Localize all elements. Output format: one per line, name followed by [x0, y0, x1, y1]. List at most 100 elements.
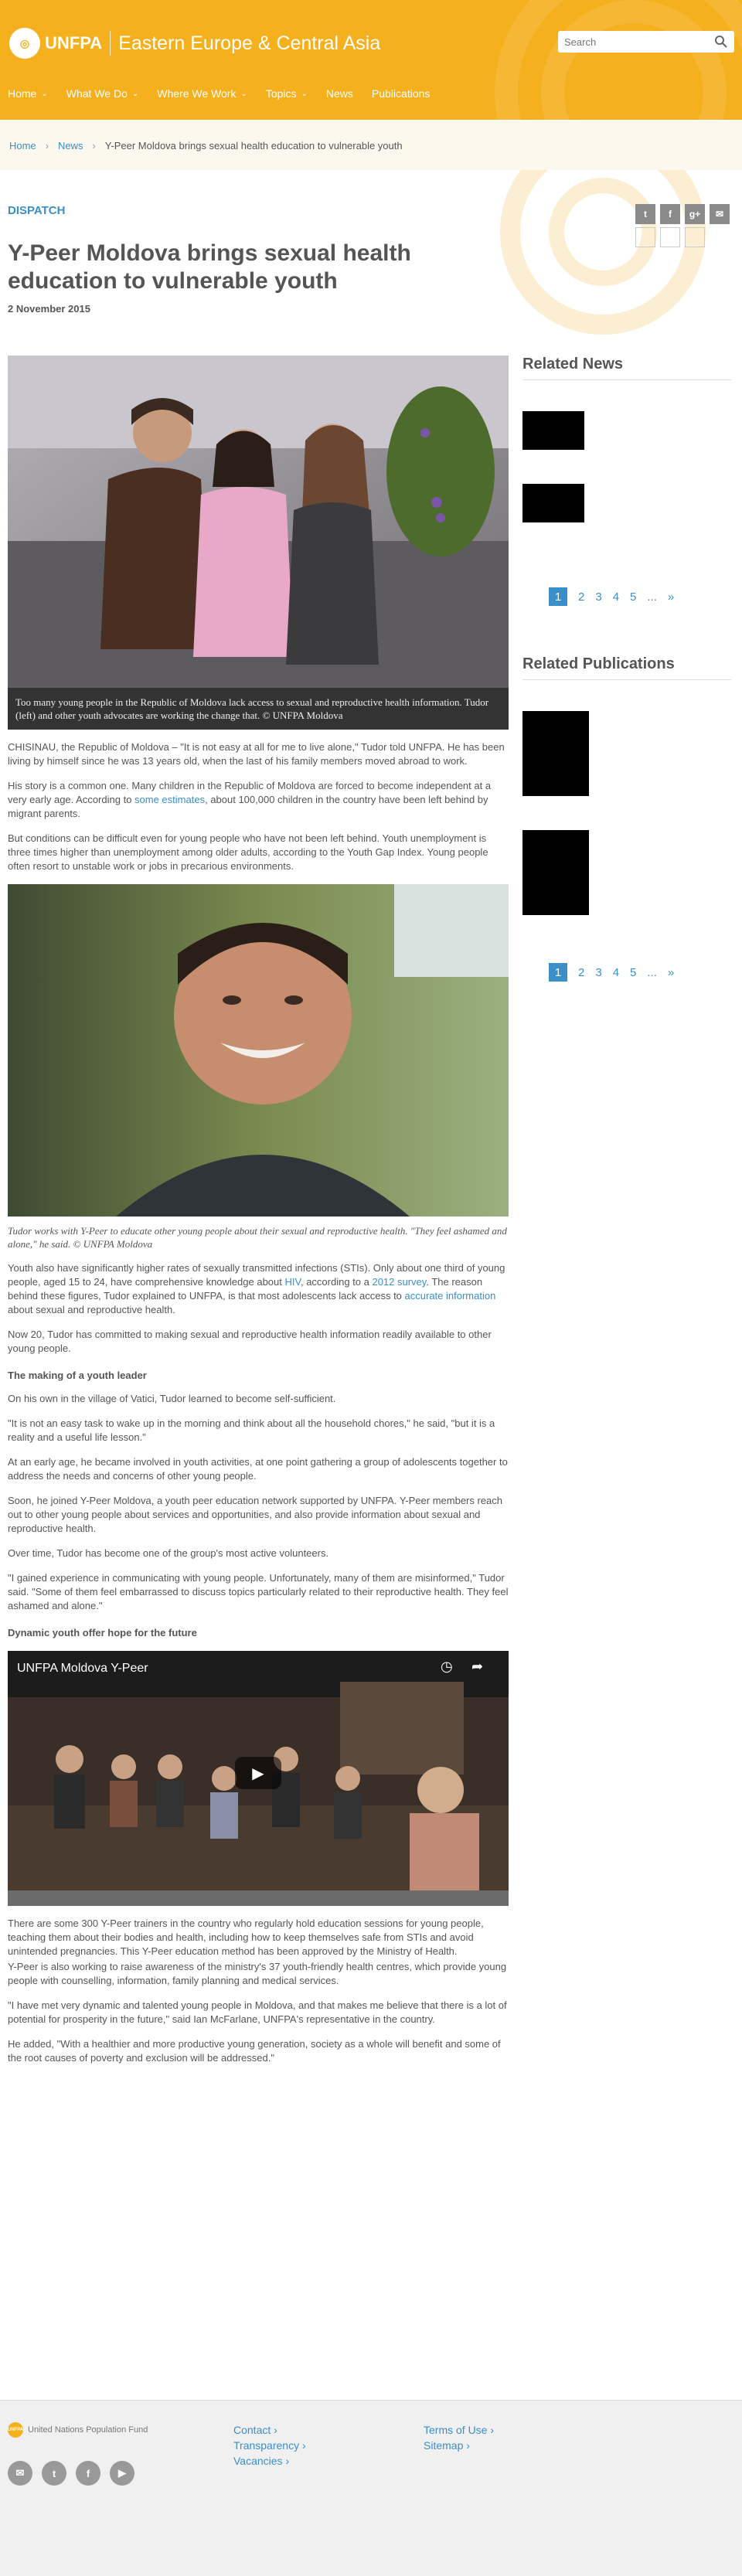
- link-accurate-information[interactable]: accurate information: [405, 1290, 496, 1302]
- play-button[interactable]: ▶: [235, 1757, 281, 1789]
- link-2012-survey[interactable]: 2012 survey: [372, 1276, 426, 1288]
- nav-item-what-we-do[interactable]: What We Do ⌄: [66, 87, 139, 100]
- page-1-link[interactable]: 1: [549, 587, 567, 606]
- nav-item-where-we-work[interactable]: Where We Work ⌄: [157, 87, 247, 100]
- footer-links: Terms of Use › Sitemap ›: [424, 2422, 494, 2453]
- breadcrumb-current: Y-Peer Moldova brings sexual health educ…: [104, 139, 403, 151]
- footer-link-sitemap[interactable]: Sitemap ›: [424, 2438, 494, 2453]
- video-title[interactable]: UNFPA Moldova Y-Peer: [17, 1662, 148, 1676]
- share-icon[interactable]: ➦: [471, 1659, 483, 1675]
- paragraph: Soon, he joined Y-Peer Moldova, a youth …: [8, 1495, 503, 1534]
- paragraph: Over time, Tudor has become one of the g…: [8, 1547, 329, 1559]
- article-category: DISPATCH: [8, 204, 66, 217]
- twitter-icon[interactable]: t: [635, 204, 655, 224]
- facebook-icon[interactable]: f: [660, 204, 680, 224]
- nav-item-publications[interactable]: Publications: [372, 87, 431, 100]
- page-4-link[interactable]: 4: [613, 966, 619, 979]
- related-news-thumbnail[interactable]: [522, 484, 584, 522]
- share-placeholder: [635, 227, 655, 247]
- page-5-link[interactable]: 5: [630, 590, 636, 604]
- watch-later-icon[interactable]: ◷: [441, 1659, 453, 1675]
- related-news-title: Related News: [522, 356, 624, 373]
- chevron-down-icon: ⌄: [131, 89, 139, 98]
- paragraph: He added, "With a healthier and more pro…: [8, 2038, 501, 2064]
- search-icon[interactable]: [714, 35, 728, 49]
- search-input[interactable]: [564, 36, 714, 48]
- nav-item-topics[interactable]: Topics ⌄: [266, 87, 308, 100]
- footer-link-contact[interactable]: Contact ›: [233, 2422, 306, 2438]
- unfpa-logo-icon: ◎: [9, 28, 40, 59]
- page-title: Y-Peer Moldova brings sexual health educ…: [8, 240, 411, 294]
- link-some-estimates[interactable]: some estimates: [134, 794, 205, 805]
- section-heading: Dynamic youth offer hope for the future: [8, 1627, 197, 1638]
- chevron-down-icon: ⌄: [301, 89, 308, 98]
- google-plus-icon[interactable]: g+: [685, 204, 705, 224]
- photo-youth-group: [8, 356, 509, 688]
- email-icon[interactable]: ✉: [8, 2461, 32, 2486]
- page-3-link[interactable]: 3: [595, 966, 601, 979]
- footer-link-transparency[interactable]: Transparency ›: [233, 2438, 306, 2453]
- decorative-background-icon: [500, 170, 706, 335]
- paragraph: Now 20, Tudor has committed to making se…: [8, 1329, 492, 1354]
- breadcrumb: Home › News › Y-Peer Moldova brings sexu…: [0, 121, 742, 170]
- share-placeholder: [685, 227, 705, 247]
- social-links: ✉ t f ▶: [8, 2461, 144, 2486]
- paragraph: "I gained experience in communicating wi…: [8, 1572, 509, 1611]
- video-player[interactable]: UNFPA Moldova Y-Peer ◷ ➦ ▶: [8, 1651, 509, 1906]
- nav-item-home[interactable]: Home ⌄: [8, 87, 48, 100]
- site-header: ◎ UNFPA Eastern Europe & Central Asia Ho…: [0, 0, 742, 120]
- youtube-icon[interactable]: ▶: [110, 2461, 134, 2486]
- article-body: Too many young people in the Republic of…: [8, 356, 509, 2065]
- email-icon[interactable]: ✉: [710, 204, 730, 224]
- twitter-icon[interactable]: t: [42, 2461, 66, 2486]
- logo-divider: [110, 31, 111, 56]
- paragraph: There are some 300 Y-Peer trainers in th…: [8, 1918, 484, 1957]
- page-1-link[interactable]: 1: [549, 963, 567, 982]
- footer-logo[interactable]: UNFPA United Nations Population Fund: [8, 2422, 148, 2438]
- publication-thumbnail[interactable]: [522, 830, 589, 915]
- pagination-ellipsis: ...: [647, 590, 657, 604]
- site-logo[interactable]: ◎ UNFPA Eastern Europe & Central Asia: [9, 28, 380, 59]
- photo-caption: Tudor works with Y-Peer to educate other…: [8, 1225, 507, 1250]
- page-5-link[interactable]: 5: [630, 966, 636, 979]
- pagination: 1 2 3 4 5 ... »: [549, 587, 731, 606]
- sidebar: Related News 1 2 3 4 5 ... » Related Pub…: [522, 356, 731, 982]
- publication-thumbnail[interactable]: [522, 711, 589, 796]
- page-2-link[interactable]: 2: [578, 590, 584, 604]
- chevron-right-icon: ›: [92, 139, 96, 151]
- region-title: Eastern Europe & Central Asia: [118, 32, 381, 54]
- chevron-right-icon: ›: [45, 139, 49, 151]
- footer-link-terms[interactable]: Terms of Use ›: [424, 2422, 494, 2438]
- share-buttons: t f g+ ✉: [635, 204, 736, 247]
- site-footer: UNFPA United Nations Population Fund Con…: [0, 2400, 742, 2576]
- chevron-down-icon: ⌄: [41, 89, 48, 98]
- next-page-icon[interactable]: »: [668, 590, 674, 604]
- paragraph: Youth also have significantly higher rat…: [8, 1262, 505, 1315]
- photo-tudor-portrait: [8, 884, 509, 1217]
- logo-text: UNFPA: [45, 33, 103, 53]
- pagination-ellipsis: ...: [647, 965, 657, 979]
- page-2-link[interactable]: 2: [578, 966, 584, 979]
- divider: [522, 379, 731, 380]
- paragraph: On his own in the village of Vatici, Tud…: [8, 1393, 336, 1404]
- footer-link-vacancies[interactable]: Vacancies ›: [233, 2453, 306, 2469]
- breadcrumb-home[interactable]: Home: [9, 140, 36, 151]
- paragraph: "I have met very dynamic and talented yo…: [8, 1999, 507, 2025]
- page-4-link[interactable]: 4: [613, 590, 619, 604]
- breadcrumb-news[interactable]: News: [58, 140, 83, 151]
- main-nav: Home ⌄ What We Do ⌄ Where We Work ⌄ Topics ⌄…: [8, 87, 448, 100]
- unfpa-logo-icon: UNFPA: [8, 2422, 23, 2438]
- page-3-link[interactable]: 3: [595, 590, 601, 604]
- nav-item-news[interactable]: News: [326, 87, 353, 100]
- section-heading: The making of a youth leader: [8, 1370, 147, 1381]
- next-page-icon[interactable]: »: [668, 966, 674, 979]
- related-news-thumbnail[interactable]: [522, 411, 584, 450]
- link-hiv[interactable]: HIV: [284, 1276, 300, 1288]
- paragraph: His story is a common one. Many children…: [8, 780, 492, 819]
- facebook-icon[interactable]: f: [76, 2461, 100, 2486]
- article-header: DISPATCH t f g+ ✉ Y-Peer Moldova brings …: [0, 170, 742, 348]
- pagination: 1 2 3 4 5 ... »: [549, 963, 731, 982]
- paragraph: Y-Peer is also working to raise awarenes…: [8, 1961, 507, 1986]
- paragraph: CHISINAU, the Republic of Moldova – "It …: [8, 741, 505, 767]
- paragraph: At an early age, he became involved in y…: [8, 1456, 508, 1482]
